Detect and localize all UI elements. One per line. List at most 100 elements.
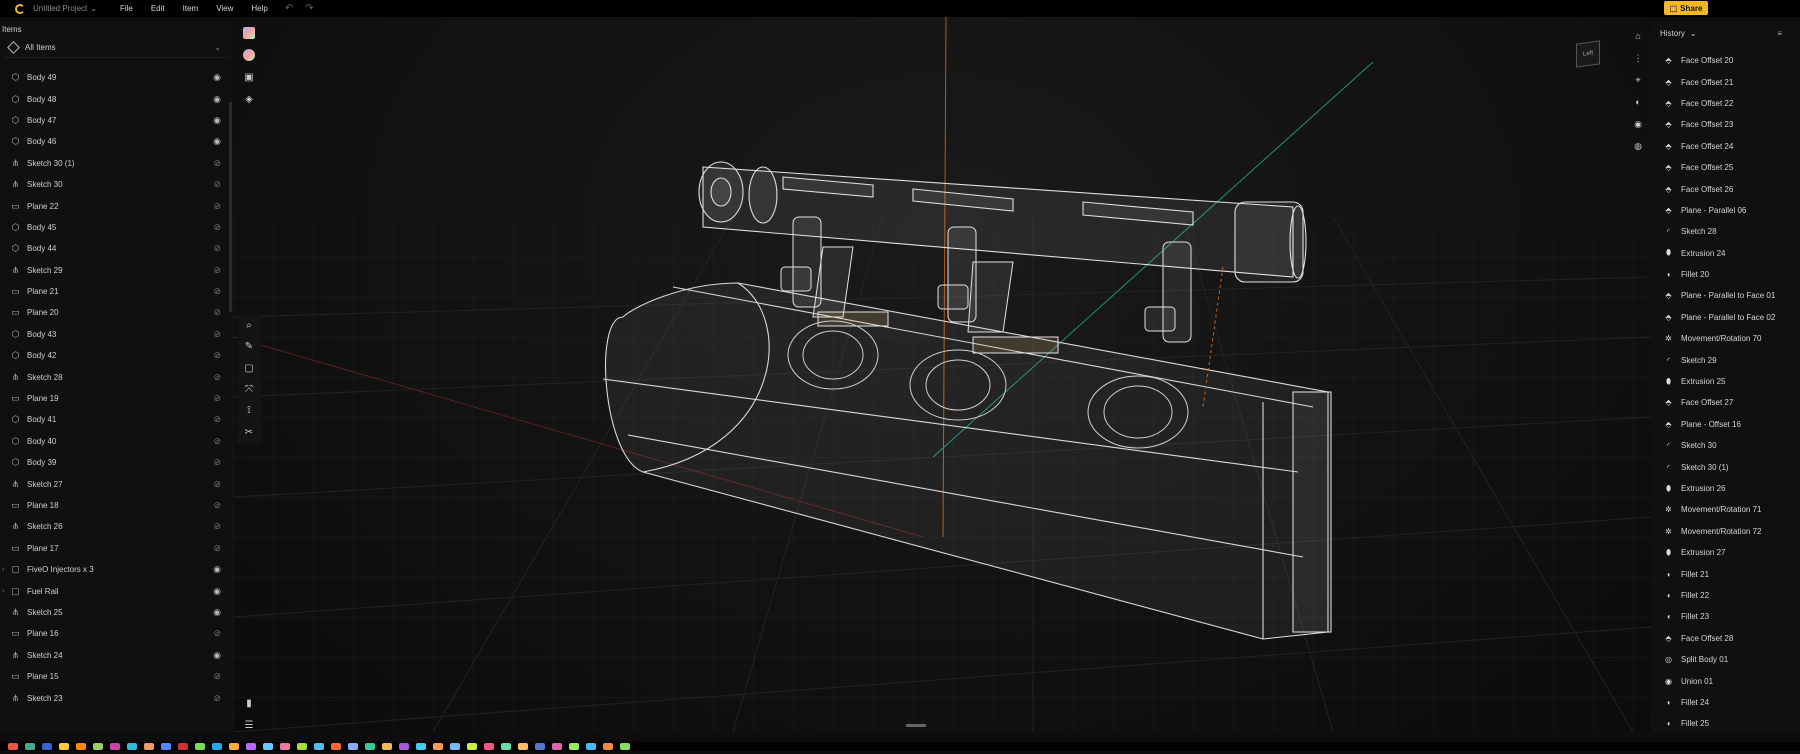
history-item[interactable]: ◖ Fillet 25 (1651, 713, 1800, 734)
eye-off-icon[interactable]: ⊘ (213, 372, 221, 383)
eye-off-icon[interactable]: ⊘ (213, 436, 221, 447)
eye-off-icon[interactable]: ⊘ (213, 500, 221, 511)
taskbar-app-icon[interactable] (552, 743, 562, 750)
measure-icon[interactable]: ▮ (240, 694, 258, 712)
eye-off-icon[interactable]: ⊘ (213, 243, 221, 254)
taskbar-app-icon[interactable] (297, 743, 307, 750)
axis-icon[interactable]: ⟟ (240, 402, 258, 419)
taskbar-app-icon[interactable] (263, 743, 273, 750)
eye-off-icon[interactable]: ⊘ (213, 350, 221, 361)
history-item[interactable]: ⬘ Face Offset 27 (1651, 392, 1800, 413)
camera-icon[interactable]: ◉ (1630, 116, 1646, 132)
view-cube[interactable]: Left (1576, 40, 1600, 68)
eye-off-icon[interactable]: ⊘ (213, 393, 221, 404)
eye-icon[interactable]: ◉ (213, 115, 221, 126)
layers-icon[interactable]: ◈ (240, 90, 258, 108)
taskbar-app-icon[interactable] (331, 743, 341, 750)
list-item[interactable]: ⋔ Sketch 30 (1) ⊘ (0, 153, 229, 174)
taskbar-app-icon[interactable] (76, 743, 86, 750)
taskbar-app-icon[interactable] (603, 743, 613, 750)
history-item[interactable]: ⬮ Extrusion 27 (1651, 542, 1800, 563)
history-item[interactable]: ◉ Union 01 (1651, 670, 1800, 691)
eye-off-icon[interactable]: ⊘ (213, 307, 221, 318)
list-item[interactable]: ⋔ Sketch 28 ⊘ (0, 366, 229, 387)
taskbar-app-icon[interactable] (212, 743, 222, 750)
items-scrollbar[interactable] (229, 102, 232, 312)
taskbar-app-icon[interactable] (450, 743, 460, 750)
eye-off-icon[interactable]: ⊘ (213, 265, 221, 276)
taskbar-app-icon[interactable] (8, 743, 18, 750)
eye-off-icon[interactable]: ⊘ (213, 286, 221, 297)
taskbar-app-icon[interactable] (501, 743, 511, 750)
list-item[interactable]: ⬡ Body 49 ◉ (0, 67, 229, 88)
list-item[interactable]: ▭ Plane 20 ⊘ (0, 302, 229, 323)
history-item[interactable]: ⬘ Face Offset 28 (1651, 628, 1800, 649)
stack-icon[interactable]: ☰ (240, 716, 258, 734)
eye-off-icon[interactable]: ⊘ (213, 671, 221, 682)
list-item[interactable]: ▭ Plane 18 ⊘ (0, 495, 229, 516)
eye-icon[interactable]: ◉ (213, 94, 221, 105)
list-item[interactable]: ⬡ Body 40 ⊘ (0, 431, 229, 452)
eye-off-icon[interactable]: ⊘ (213, 222, 221, 233)
taskbar-app-icon[interactable] (382, 743, 392, 750)
eye-icon[interactable]: ◉ (213, 564, 221, 575)
list-item[interactable]: ⋔ Sketch 27 ⊘ (0, 473, 229, 494)
menu-help[interactable]: Help (242, 4, 276, 13)
history-item[interactable]: ◜ Sketch 28 (1651, 221, 1800, 242)
taskbar-app-icon[interactable] (467, 743, 477, 750)
taskbar-app-icon[interactable] (127, 743, 137, 750)
add-body-icon[interactable]: ▢ (240, 360, 258, 377)
eye-icon[interactable]: ◉ (213, 586, 221, 597)
history-item[interactable]: ⬘ Plane - Parallel to Face 02 (1651, 307, 1800, 328)
undo-icon[interactable]: ↶ (285, 3, 293, 14)
viewport-handle[interactable] (906, 724, 926, 727)
transform-icon[interactable]: ⤧ (240, 381, 258, 398)
eye-off-icon[interactable]: ⊘ (213, 628, 221, 639)
list-item[interactable]: ⬡ Body 43 ⊘ (0, 324, 229, 345)
taskbar-app-icon[interactable] (144, 743, 154, 750)
list-item[interactable]: ▭ Plane 22 ⊘ (0, 195, 229, 216)
list-item[interactable]: ⋔ Sketch 23 ⊘ (0, 687, 229, 708)
eye-icon[interactable]: ◉ (213, 650, 221, 661)
history-header[interactable]: History ⌄ ≡ (1651, 22, 1800, 44)
app-logo-icon[interactable] (15, 3, 25, 14)
list-item[interactable]: ▭ Plane 21 ⊘ (0, 281, 229, 302)
history-item[interactable]: ⬘ Face Offset 21 (1651, 71, 1800, 92)
eye-off-icon[interactable]: ⊘ (213, 479, 221, 490)
taskbar-app-icon[interactable] (59, 743, 69, 750)
scissors-icon[interactable]: ✂ (240, 424, 258, 441)
history-item[interactable]: ⬮ Extrusion 25 (1651, 371, 1800, 392)
taskbar-app-icon[interactable] (42, 743, 52, 750)
eye-off-icon[interactable]: ⊘ (213, 414, 221, 425)
history-item[interactable]: ◖ Fillet 21 (1651, 563, 1800, 584)
eye-off-icon[interactable]: ⊘ (213, 543, 221, 554)
environment-icon[interactable]: ◍ (1630, 138, 1646, 154)
history-item[interactable]: ⬘ Plane - Parallel 06 (1651, 200, 1800, 221)
taskbar-app-icon[interactable] (620, 743, 630, 750)
list-item[interactable]: ▭ Plane 19 ⊘ (0, 388, 229, 409)
history-item[interactable]: ◜ Sketch 30 (1651, 435, 1800, 456)
history-item[interactable]: ◖ Fillet 23 (1651, 606, 1800, 627)
taskbar-app-icon[interactable] (535, 743, 545, 750)
history-item[interactable]: ◖ Fillet 24 (1651, 692, 1800, 713)
history-item[interactable]: ✲ Movement/Rotation 71 (1651, 499, 1800, 520)
list-item[interactable]: ⬡ Body 44 ⊘ (0, 238, 229, 259)
project-name-dropdown[interactable]: Untitled Project ⌄ (33, 4, 97, 13)
list-item[interactable]: ▭ Plane 17 ⊘ (0, 538, 229, 559)
eye-off-icon[interactable]: ⊘ (213, 521, 221, 532)
sketch-tool-icon[interactable]: ✎ (240, 338, 258, 355)
color-view-icon[interactable] (240, 46, 258, 64)
items-filter-dropdown[interactable]: All Items ⌄ (4, 38, 229, 58)
taskbar-app-icon[interactable] (365, 743, 375, 750)
history-item[interactable]: ⬮ Extrusion 24 (1651, 243, 1800, 264)
eye-off-icon[interactable]: ⊘ (213, 179, 221, 190)
3d-viewport[interactable] (233, 17, 1651, 732)
history-item[interactable]: ✲ Movement/Rotation 72 (1651, 521, 1800, 542)
render-icon[interactable]: ▣ (240, 68, 258, 86)
menu-item[interactable]: Item (174, 4, 208, 13)
list-item[interactable]: ⬡ Body 39 ⊘ (0, 452, 229, 473)
expand-chevron-icon[interactable]: › (2, 566, 4, 573)
snap-icon[interactable]: ⌖ (1630, 72, 1646, 88)
eye-off-icon[interactable]: ⊘ (213, 457, 221, 468)
taskbar-app-icon[interactable] (348, 743, 358, 750)
